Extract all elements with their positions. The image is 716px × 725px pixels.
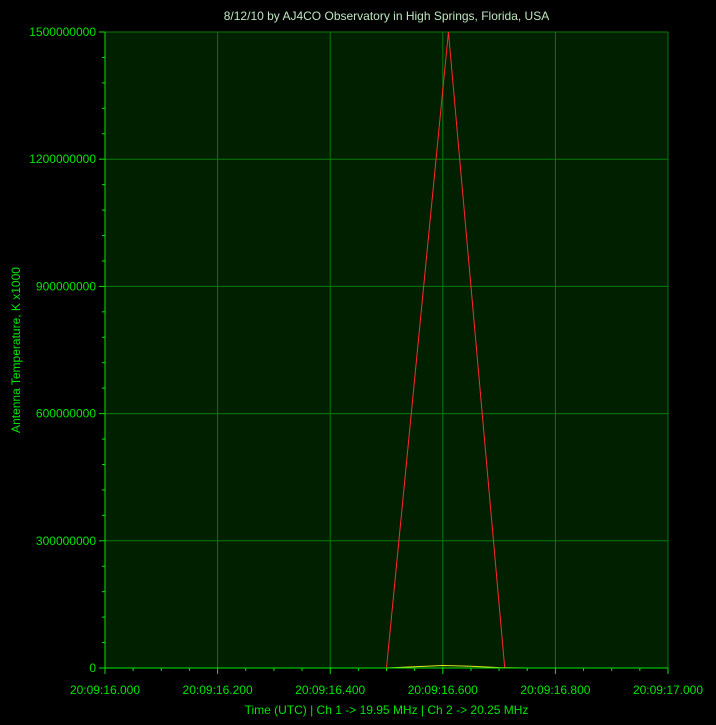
x-tick-label: 20:09:17.000 xyxy=(633,683,703,697)
y-tick-label: 600000000 xyxy=(36,407,96,421)
y-tick-label: 0 xyxy=(89,661,96,675)
plot-area xyxy=(104,31,669,669)
y-axis-label: Antenna Temperature, K x1000 xyxy=(9,267,23,433)
x-tick-label: 20:09:16.600 xyxy=(408,683,478,697)
x-tick-label: 20:09:16.000 xyxy=(70,683,140,697)
x-tick-label: 20:09:16.200 xyxy=(183,683,253,697)
y-tick-label: 300000000 xyxy=(36,534,96,548)
chart-title: 8/12/10 by AJ4CO Observatory in High Spr… xyxy=(224,9,549,23)
x-tick-label: 20:09:16.400 xyxy=(295,683,365,697)
y-tick-label: 1200000000 xyxy=(29,152,96,166)
chart: 20:09:16.000 20:09:16.200 20:09:16.400 20:0… xyxy=(9,9,703,717)
y-tick-label: 1500000000 xyxy=(29,25,96,39)
x-axis-label: Time (UTC) | Ch 1 -> 19.95 MHz | Ch 2 ->… xyxy=(245,703,529,717)
x-tick-label: 20:09:16.800 xyxy=(520,683,590,697)
y-tick-label: 900000000 xyxy=(36,279,96,293)
